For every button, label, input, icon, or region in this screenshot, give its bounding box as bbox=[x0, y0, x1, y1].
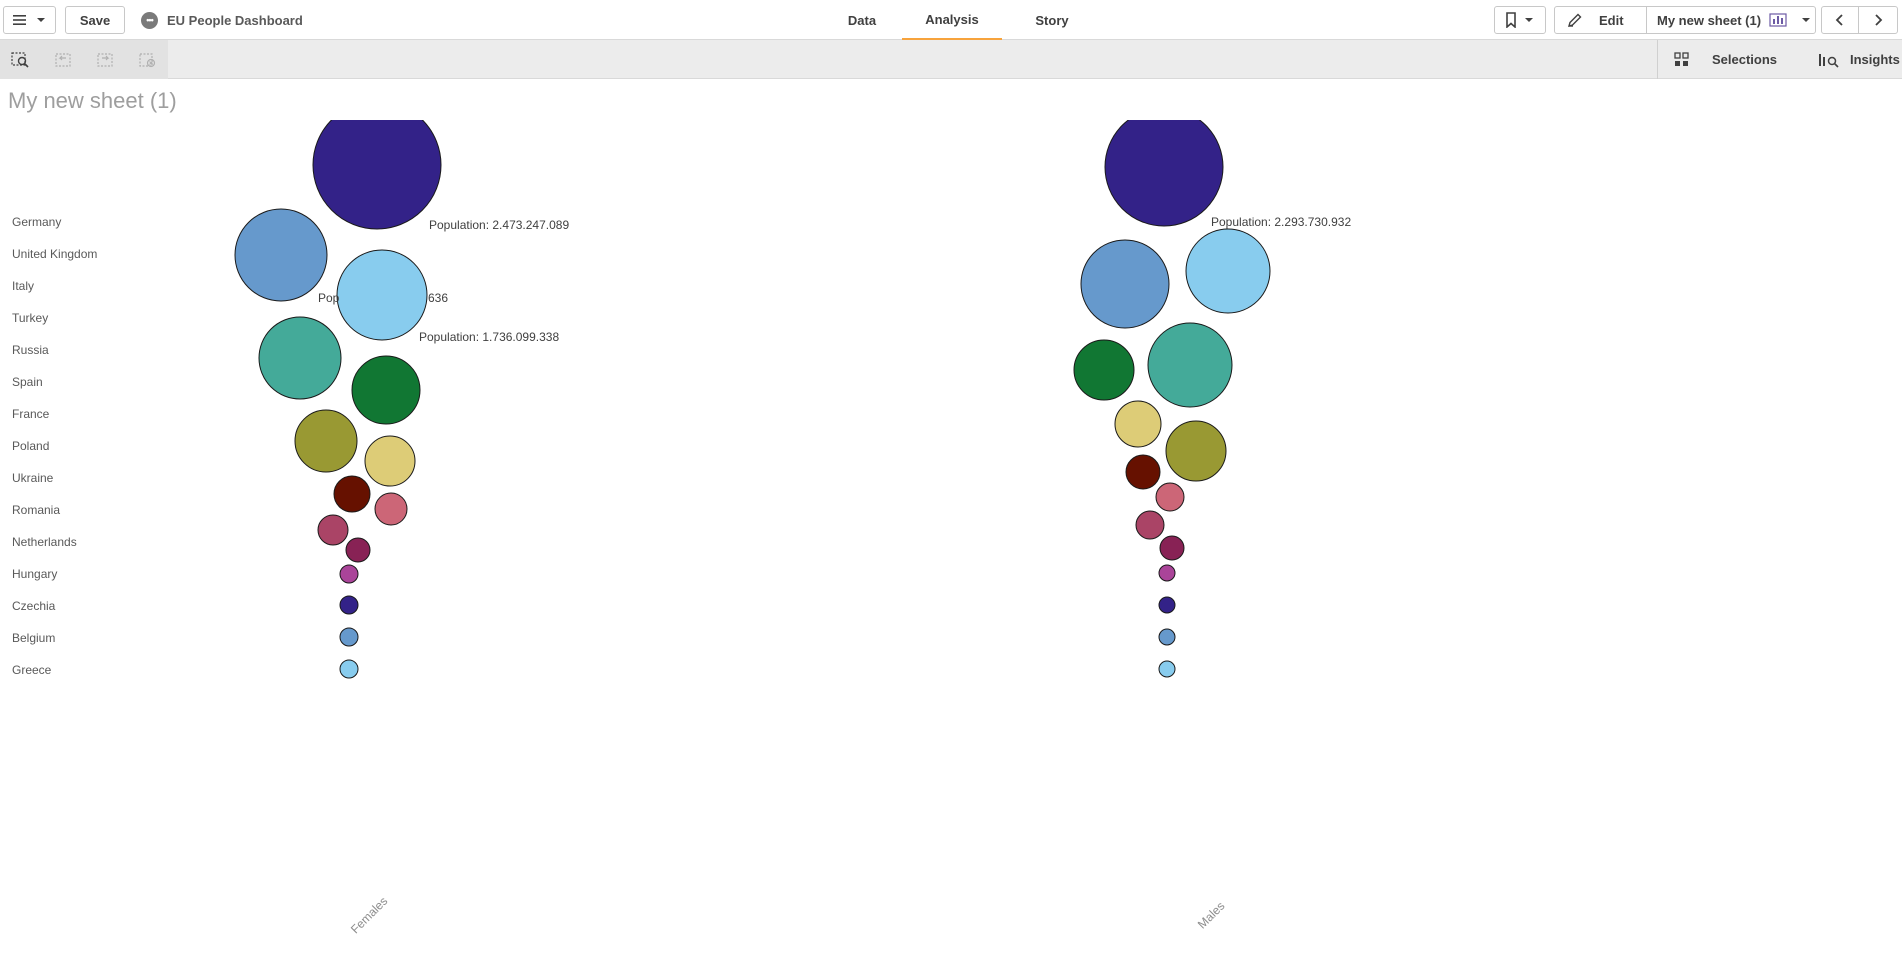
step-back-icon bbox=[55, 52, 71, 67]
bubble[interactable] bbox=[374, 492, 408, 526]
bubble[interactable] bbox=[1155, 482, 1185, 512]
previous-sheet-button[interactable] bbox=[1821, 6, 1859, 34]
top-toolbar: Save ••• EU People Dashboard Data Analys… bbox=[0, 0, 1902, 40]
bubble-value-label: Population: 1.736.099.338 bbox=[419, 330, 559, 344]
bubble[interactable] bbox=[1158, 628, 1176, 646]
category-label: Germany bbox=[12, 215, 61, 229]
tab-data[interactable]: Data bbox=[822, 0, 902, 40]
pencil-icon bbox=[1567, 13, 1582, 28]
chevron-down-icon bbox=[36, 18, 45, 22]
bubble[interactable] bbox=[1165, 420, 1227, 482]
bubble[interactable] bbox=[1135, 510, 1165, 540]
selections-button[interactable]: Selections bbox=[1658, 40, 1804, 79]
bubble[interactable] bbox=[339, 627, 359, 647]
bubble[interactable] bbox=[339, 659, 359, 679]
insights-label: Insights bbox=[1850, 52, 1900, 67]
selections-grid-icon bbox=[1674, 51, 1689, 66]
hamburger-icon bbox=[12, 15, 26, 25]
bubble[interactable] bbox=[339, 595, 359, 615]
bubble[interactable] bbox=[364, 435, 416, 487]
bubble[interactable] bbox=[1147, 322, 1233, 408]
insights-icon bbox=[1819, 53, 1839, 68]
category-label: Spain bbox=[12, 375, 43, 389]
selection-toolbar-right: Selections Insights bbox=[1657, 40, 1902, 79]
category-label: France bbox=[12, 407, 50, 421]
category-label: Turkey bbox=[12, 311, 48, 325]
bookmark-icon bbox=[1506, 12, 1516, 28]
clear-all-selections-button[interactable] bbox=[126, 40, 168, 79]
bubble-value-label: Pop bbox=[318, 291, 340, 305]
chevron-down-icon bbox=[1525, 18, 1533, 22]
tab-story[interactable]: Story bbox=[1002, 0, 1102, 40]
bubble[interactable] bbox=[1104, 120, 1224, 227]
edit-button[interactable]: Edit bbox=[1554, 6, 1647, 34]
bubble[interactable] bbox=[294, 409, 358, 473]
chevron-right-icon bbox=[1875, 14, 1883, 26]
category-label: Romania bbox=[12, 503, 60, 517]
tab-analysis[interactable]: Analysis bbox=[902, 0, 1002, 40]
bubble[interactable] bbox=[1073, 339, 1135, 401]
bubble[interactable] bbox=[1158, 596, 1176, 614]
clear-selections-icon bbox=[139, 52, 156, 67]
save-button[interactable]: Save bbox=[65, 6, 125, 34]
chevron-left-icon bbox=[1835, 14, 1843, 26]
bubble[interactable] bbox=[1159, 535, 1185, 561]
category-label: Italy bbox=[12, 279, 34, 293]
selection-tools bbox=[0, 40, 168, 79]
app-title: EU People Dashboard bbox=[167, 12, 303, 28]
bubble-chart[interactable]: Germany United Kingdom Italy Turkey Russia Sp… bbox=[0, 120, 1902, 955]
bubble[interactable] bbox=[333, 475, 371, 513]
bubble-value-label: 636 bbox=[428, 291, 448, 305]
step-forward-icon bbox=[97, 52, 113, 67]
bubble[interactable] bbox=[317, 514, 349, 546]
category-label: Ukraine bbox=[12, 471, 54, 485]
category-label: Greece bbox=[12, 663, 52, 677]
next-sheet-button[interactable] bbox=[1858, 6, 1898, 34]
category-label: Poland bbox=[12, 439, 49, 453]
step-forward-button[interactable] bbox=[84, 40, 126, 79]
series-axis-label: Females bbox=[348, 894, 390, 936]
bubble[interactable] bbox=[1158, 660, 1176, 678]
category-label: United Kingdom bbox=[12, 247, 97, 261]
bubble-value-label: Population: 2.293.730.932 bbox=[1211, 215, 1351, 229]
bubble[interactable] bbox=[258, 316, 342, 400]
bubble[interactable] bbox=[1080, 239, 1170, 329]
insights-button[interactable]: Insights bbox=[1804, 40, 1900, 79]
bubble[interactable] bbox=[336, 249, 428, 341]
search-selection-icon bbox=[11, 51, 29, 68]
edit-label: Edit bbox=[1599, 12, 1624, 28]
selection-toolbar: Selections Insights bbox=[0, 40, 1902, 79]
smart-search-button[interactable] bbox=[0, 40, 42, 79]
bookmark-button[interactable] bbox=[1494, 6, 1546, 34]
category-label: Czechia bbox=[12, 599, 56, 613]
app-title-area[interactable]: ••• EU People Dashboard bbox=[141, 0, 303, 40]
bubble[interactable] bbox=[312, 120, 442, 230]
bubble[interactable] bbox=[234, 208, 328, 302]
selections-label: Selections bbox=[1712, 52, 1778, 67]
bubble[interactable] bbox=[1125, 454, 1161, 490]
app-more-icon: ••• bbox=[141, 11, 158, 29]
step-back-button[interactable] bbox=[42, 40, 84, 79]
category-label: Hungary bbox=[12, 567, 57, 581]
category-label: Russia bbox=[12, 343, 49, 357]
bubble-value-label: Population: 2.473.247.089 bbox=[429, 218, 569, 232]
bubble[interactable] bbox=[351, 355, 421, 425]
bubble[interactable] bbox=[339, 564, 359, 584]
bubble[interactable] bbox=[1114, 400, 1162, 448]
sheet-chart-icon bbox=[1769, 13, 1787, 27]
category-label: Netherlands bbox=[12, 535, 77, 549]
sheet-selector[interactable]: My new sheet (1) bbox=[1646, 6, 1816, 34]
category-label: Belgium bbox=[12, 631, 55, 645]
bubble[interactable] bbox=[1158, 564, 1176, 582]
global-menu-button[interactable] bbox=[3, 6, 56, 34]
sheet-title: My new sheet (1) bbox=[8, 88, 177, 113]
bubble[interactable] bbox=[1185, 228, 1271, 314]
sheet-selector-label: My new sheet (1) bbox=[1657, 12, 1762, 28]
bubble[interactable] bbox=[345, 537, 371, 563]
chevron-down-icon bbox=[1802, 18, 1811, 22]
series-axis-label: Males bbox=[1195, 899, 1228, 932]
